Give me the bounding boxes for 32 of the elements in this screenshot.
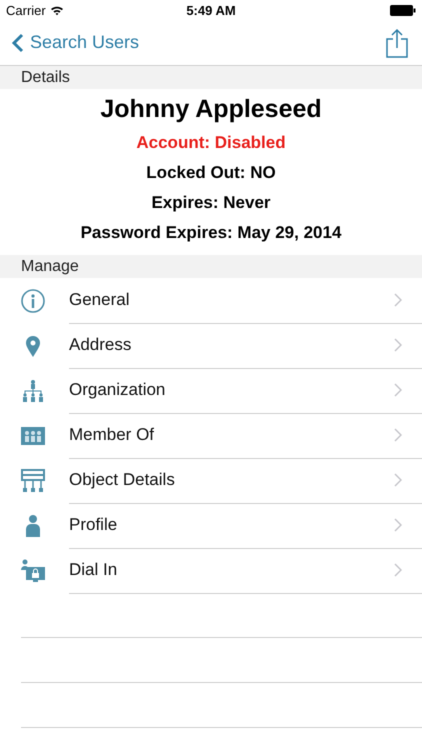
chevron-icon bbox=[394, 473, 402, 487]
computer-user-icon bbox=[20, 558, 46, 584]
menu-row[interactable]: Object Details bbox=[69, 458, 422, 504]
menu-row[interactable]: Profile bbox=[69, 502, 422, 548]
battery-icon bbox=[390, 4, 416, 16]
section-header: Details bbox=[21, 68, 70, 86]
chevron-icon bbox=[394, 518, 402, 532]
back-chevron-icon bbox=[12, 32, 24, 52]
hierarchy-icon bbox=[20, 378, 46, 404]
chevron-icon bbox=[394, 383, 402, 397]
detail-text: Locked Out: NO bbox=[146, 163, 276, 182]
chevron-icon bbox=[394, 338, 402, 352]
account-status: Account: Disabled bbox=[136, 133, 286, 152]
detail-text: Expires: Never bbox=[151, 193, 271, 212]
chevron-icon bbox=[394, 293, 402, 307]
share-icon[interactable] bbox=[386, 28, 408, 58]
user-name: Johnny Appleseed bbox=[100, 95, 322, 123]
wifi-icon bbox=[50, 4, 64, 16]
section-header: Manage bbox=[21, 258, 79, 276]
menu-row[interactable]: Address bbox=[69, 322, 422, 368]
back-button[interactable]: Search Users bbox=[12, 32, 140, 53]
menu-row[interactable]: Member Of bbox=[69, 412, 422, 458]
carrier-label: Carrier bbox=[6, 2, 46, 18]
menu-row[interactable]: Dial In bbox=[69, 548, 422, 594]
structure-icon bbox=[20, 468, 46, 494]
menu-row[interactable]: General bbox=[69, 278, 422, 324]
detail-text: Password Expires: May 29, 2014 bbox=[80, 223, 342, 242]
time-label: 5:49 AM bbox=[186, 2, 236, 18]
chevron-icon bbox=[394, 428, 402, 442]
chevron-icon bbox=[394, 563, 402, 577]
info-icon bbox=[20, 288, 46, 314]
menu-row[interactable]: Organization bbox=[69, 368, 422, 414]
